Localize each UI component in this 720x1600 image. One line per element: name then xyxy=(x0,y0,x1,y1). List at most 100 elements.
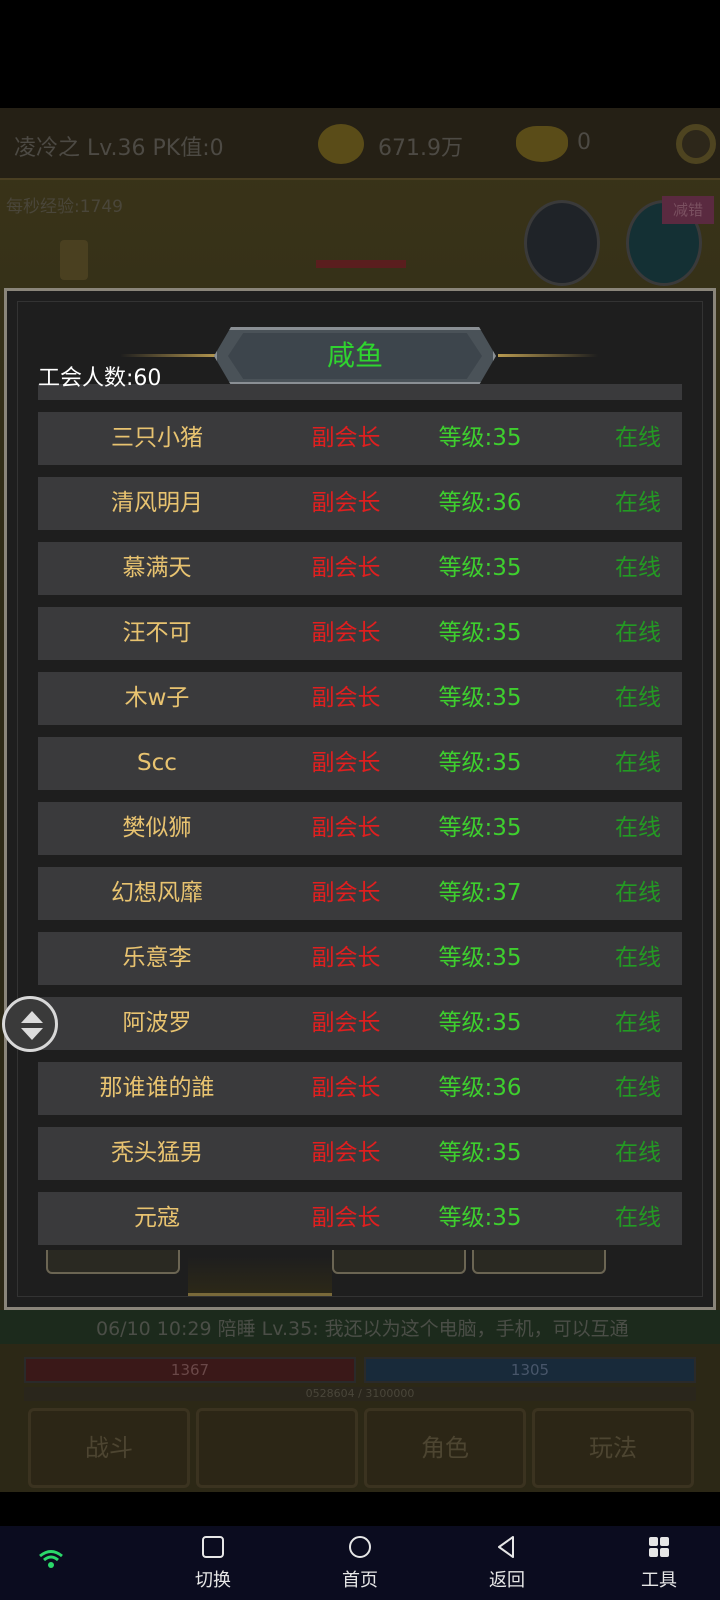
member-level: 等级:35 xyxy=(438,555,522,581)
member-rank: 副会长 xyxy=(311,425,381,451)
switch-label: 切换 xyxy=(195,1570,231,1591)
member-row[interactable]: 三只小猪 副会长 等级:35 在线 xyxy=(38,412,682,465)
member-status: 在线 xyxy=(615,555,661,581)
gold-coin-icon xyxy=(318,124,364,164)
member-row[interactable]: 清风明月 副会长 等级:36 在线 xyxy=(38,477,682,530)
member-rank: 副会长 xyxy=(311,945,381,971)
member-rank: 副会长 xyxy=(311,685,381,711)
member-status: 在线 xyxy=(615,750,661,776)
member-name: 元寇 xyxy=(134,1205,180,1231)
circle-icon xyxy=(349,1536,371,1558)
gold-amount: 671.9万 xyxy=(378,136,463,161)
member-level: 等级:35 xyxy=(438,945,522,971)
member-row[interactable]: 幻想风靡 副会长 等级:37 在线 xyxy=(38,867,682,920)
hidden-button-3[interactable] xyxy=(472,1250,606,1274)
side-item-icon xyxy=(60,240,88,280)
member-level: 等级:37 xyxy=(438,880,522,906)
screen: { "player": { "name_level": "凌冷之 Lv.36 P… xyxy=(0,0,720,1600)
member-rank: 副会长 xyxy=(311,1205,381,1231)
arrow-down-icon xyxy=(21,1028,43,1040)
grid-icon xyxy=(649,1537,669,1557)
member-level: 等级:35 xyxy=(438,620,522,646)
member-row[interactable]: Scc 副会长 等级:35 在线 xyxy=(38,737,682,790)
hidden-tab[interactable] xyxy=(188,1256,332,1296)
arrow-up-icon xyxy=(21,1011,43,1023)
member-name: 汪不可 xyxy=(122,620,192,646)
boss-hp-bar xyxy=(316,260,406,268)
member-row[interactable]: 元寇 副会长 等级:35 在线 xyxy=(38,1192,682,1245)
member-name: 三只小猪 xyxy=(111,425,203,451)
member-level: 等级:35 xyxy=(438,815,522,841)
switch-button[interactable]: 切换 xyxy=(173,1534,253,1592)
member-status: 在线 xyxy=(615,685,661,711)
nav-tile-2[interactable] xyxy=(196,1408,358,1488)
character-portrait-1[interactable] xyxy=(524,200,600,286)
member-status: 在线 xyxy=(615,815,661,841)
member-row[interactable]: 那谁谁的誰 副会长 等级:36 在线 xyxy=(38,1062,682,1115)
mp-bar: 1305 xyxy=(364,1357,696,1383)
member-rank: 副会长 xyxy=(311,1140,381,1166)
member-row[interactable]: 汪不可 副会长 等级:35 在线 xyxy=(38,607,682,660)
member-level: 等级:35 xyxy=(438,750,522,776)
member-name: 阿波罗 xyxy=(122,1010,192,1036)
member-level: 等级:35 xyxy=(438,1205,522,1231)
floating-scroll-button[interactable] xyxy=(2,996,58,1052)
member-list[interactable]: 一剑凌尘副会长等级:35在线三只小猪副会长等级:35在线清风明月副会长等级:36… xyxy=(38,384,682,1256)
member-row[interactable]: 阿波罗 副会长 等级:35 在线 xyxy=(38,997,682,1050)
member-rank: 副会长 xyxy=(311,490,381,516)
member-name: 樊似狮 xyxy=(122,815,192,841)
member-name: 清风明月 xyxy=(111,490,203,516)
member-status: 在线 xyxy=(568,384,682,400)
member-row[interactable]: 慕满天 副会长 等级:35 在线 xyxy=(38,542,682,595)
member-name: 那谁谁的誰 xyxy=(99,1075,215,1101)
member-row[interactable]: 木w子 副会长 等级:35 在线 xyxy=(38,672,682,725)
back-label: 返回 xyxy=(489,1570,525,1591)
member-rank: 副会长 xyxy=(311,750,381,776)
member-rank: 副会长 xyxy=(311,1010,381,1036)
back-triangle-icon xyxy=(498,1536,514,1558)
nav-character-button[interactable]: 角色 xyxy=(364,1408,526,1488)
home-label: 首页 xyxy=(342,1570,378,1591)
member-name: 幻想风靡 xyxy=(111,880,203,906)
nav-gameplay-button[interactable]: 玩法 xyxy=(532,1408,694,1488)
exp-per-second: 每秒经验:1749 xyxy=(6,197,123,217)
member-name: 慕满天 xyxy=(122,555,192,581)
member-rank: 副会长 xyxy=(311,620,381,646)
notice-badge[interactable]: 减错 xyxy=(662,196,714,224)
exp-bar: 0528604 / 3100000 xyxy=(24,1387,696,1401)
title-ornament-right xyxy=(498,354,598,357)
member-rank: 副会长 xyxy=(286,384,406,400)
member-status: 在线 xyxy=(615,945,661,971)
square-icon xyxy=(202,1536,224,1558)
member-rank: 副会长 xyxy=(311,1075,381,1101)
member-status: 在线 xyxy=(615,425,661,451)
member-row[interactable]: 秃头猛男 副会长 等级:35 在线 xyxy=(38,1127,682,1180)
member-name: 木w子 xyxy=(124,685,190,711)
member-status: 在线 xyxy=(615,490,661,516)
member-status: 在线 xyxy=(615,1010,661,1036)
member-row[interactable]: 樊似狮 副会长 等级:35 在线 xyxy=(38,802,682,855)
hidden-button-2[interactable] xyxy=(332,1250,466,1274)
member-status: 在线 xyxy=(615,620,661,646)
tools-button[interactable]: 工具 xyxy=(619,1534,699,1592)
member-level: 等级:35 xyxy=(438,1010,522,1036)
wifi-icon xyxy=(39,1550,63,1568)
ingot-icon xyxy=(516,126,568,162)
member-name: 乐意李 xyxy=(122,945,192,971)
hp-bar: 1367 xyxy=(24,1357,356,1383)
member-status: 在线 xyxy=(615,1140,661,1166)
member-status: 在线 xyxy=(615,1075,661,1101)
hidden-button-1[interactable] xyxy=(46,1250,180,1274)
member-status: 在线 xyxy=(615,1205,661,1231)
member-level: 等级:35 xyxy=(438,685,522,711)
back-button[interactable]: 返回 xyxy=(467,1534,547,1592)
nav-battle-button[interactable]: 战斗 xyxy=(28,1408,190,1488)
member-list-content: 一剑凌尘副会长等级:35在线三只小猪副会长等级:35在线清风明月副会长等级:36… xyxy=(38,384,682,1256)
settings-gear-icon[interactable] xyxy=(676,124,716,164)
member-rank: 副会长 xyxy=(311,555,381,581)
member-name: Scc xyxy=(137,750,177,776)
ingot-amount: 0 xyxy=(577,130,591,155)
home-button[interactable]: 首页 xyxy=(320,1534,400,1592)
member-row[interactable]: 乐意李 副会长 等级:35 在线 xyxy=(38,932,682,985)
guild-name-title: 咸鱼 xyxy=(326,339,383,372)
